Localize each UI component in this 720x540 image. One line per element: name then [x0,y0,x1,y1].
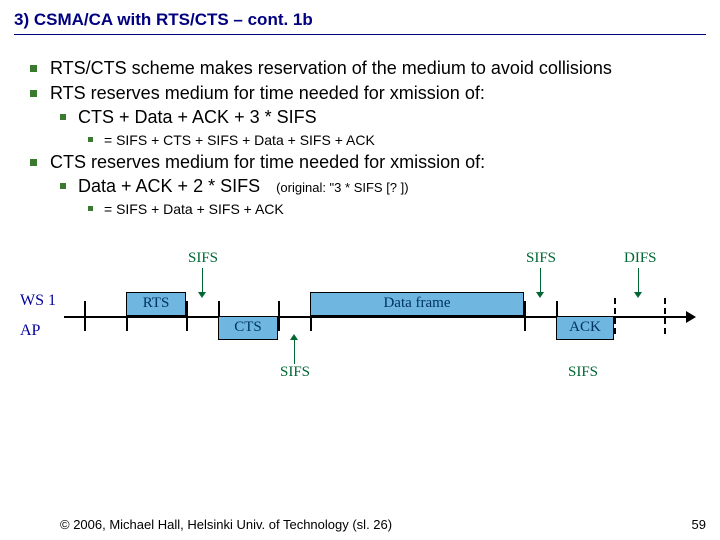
bullet-item: = SIFS + CTS + SIFS + Data + SIFS + ACK [104,131,706,149]
bullet-list-2: Data + ACK + 2 * SIFS (original: "3 * SI… [50,175,706,218]
bullet-list-2: CTS + Data + ACK + 3 * SIFS = SIFS + CTS… [50,106,706,149]
bullet-text: CTS reserves medium for time needed for … [50,152,485,172]
bullet-item: RTS reserves medium for time needed for … [50,82,706,149]
data-block: Data frame [310,292,524,316]
ap-label: AP [20,322,40,340]
bullet-text: RTS reserves medium for time needed for … [50,83,485,103]
page-number: 59 [692,517,706,532]
sifs-label: SIFS [568,364,598,381]
bullet-list-3: = SIFS + CTS + SIFS + Data + SIFS + ACK [78,131,706,149]
difs-label: DIFS [624,250,657,267]
bullet-list-3: = SIFS + Data + SIFS + ACK [78,200,706,218]
ws-label: WS 1 [20,292,56,310]
copyright: © 2006, Michael Hall, Helsinki Univ. of … [60,517,392,532]
original-note: (original: "3 * SIFS [? ]) [276,180,409,196]
sifs-label: SIFS [188,250,218,267]
sifs-label: SIFS [526,250,556,267]
slide-title: 3) CSMA/CA with RTS/CTS – cont. 1b [14,10,706,35]
bullet-text: CTS + Data + ACK + 3 * SIFS [78,107,317,127]
bullet-item: CTS reserves medium for time needed for … [50,151,706,218]
bullet-text: Data + ACK + 2 * SIFS [78,175,260,198]
rts-block: RTS [126,292,186,316]
sifs-label: SIFS [280,364,310,381]
cts-block: CTS [218,316,278,340]
bullet-item: = SIFS + Data + SIFS + ACK [104,200,706,218]
bullet-item: RTS/CTS scheme makes reservation of the … [50,57,706,80]
timing-diagram: WS 1 AP RTS CTS Data frame ACK SIFS SIFS… [20,246,700,406]
bullet-item: Data + ACK + 2 * SIFS (original: "3 * SI… [78,175,706,218]
ack-block: ACK [556,316,614,340]
bullet-item: CTS + Data + ACK + 3 * SIFS = SIFS + CTS… [78,106,706,149]
bullet-list-1: RTS/CTS scheme makes reservation of the … [14,57,706,218]
